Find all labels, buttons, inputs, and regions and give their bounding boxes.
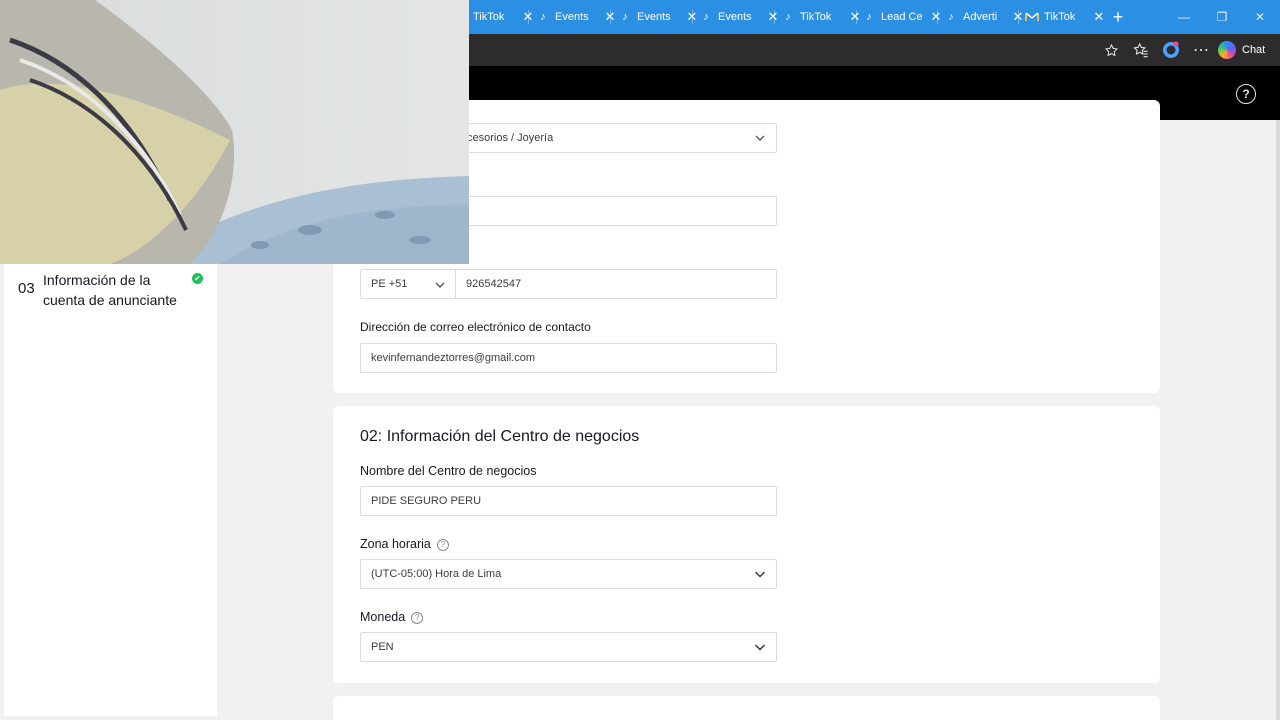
tiktok-icon: ♪ — [703, 11, 709, 23]
currency-value: PEN — [371, 641, 394, 653]
tab-separator — [774, 10, 775, 24]
close-window-icon[interactable]: ✕ — [1251, 8, 1269, 26]
help-icon[interactable]: ? — [1236, 84, 1256, 104]
browser-tab[interactable]: ♪ TikTok ✕ — [781, 6, 862, 28]
check-icon: ✔ — [192, 273, 203, 284]
tab-title: Events — [637, 11, 671, 23]
business-name-input[interactable]: PIDE SEGURO PERU — [360, 486, 777, 516]
minimize-icon[interactable]: — — [1175, 8, 1193, 26]
email-value: kevinfernandeztorres@gmail.com — [371, 352, 536, 364]
step-label: Información de la cuenta de anunciante — [43, 272, 177, 308]
tab-title: Events — [555, 11, 589, 23]
tab-separator — [610, 10, 611, 24]
close-icon[interactable]: ✕ — [766, 9, 780, 24]
tiktok-icon: ♪ — [785, 11, 791, 23]
browser-tab[interactable]: ♪ Events ✕ — [699, 6, 780, 28]
currency-label-row: Moneda? — [360, 610, 424, 624]
chevron-down-icon — [755, 135, 765, 141]
next-section-card — [333, 696, 1160, 720]
timezone-label: Zona horaria — [360, 537, 431, 551]
restore-icon[interactable]: ❐ — [1213, 8, 1231, 26]
new-tab-button[interactable]: + — [1108, 7, 1128, 27]
more-options-icon[interactable]: ⋯ — [1192, 41, 1210, 59]
webcam-overlay — [0, 0, 469, 264]
currency-select[interactable]: PEN — [360, 632, 777, 662]
tab-title: Adverti — [963, 11, 998, 23]
timezone-value: (UTC-05:00) Hora de Lima — [371, 568, 502, 580]
tab-separator — [856, 10, 857, 24]
browser-tab[interactable]: ♪ Adverti ✕ — [944, 6, 1025, 28]
currency-label: Moneda — [360, 610, 406, 624]
tab-separator — [528, 10, 529, 24]
browser-tab[interactable]: TikTok ✕ — [473, 6, 535, 28]
info-icon[interactable]: ? — [411, 611, 424, 624]
timezone-label-row: Zona horaria? — [360, 537, 449, 551]
browser-tab[interactable]: ♪ Events ✕ — [618, 6, 699, 28]
tab-separator — [1018, 10, 1019, 24]
chat-button[interactable]: Chat — [1218, 39, 1265, 61]
section-title: 02: Información del Centro de negocios — [360, 428, 640, 445]
gmail-icon — [1025, 10, 1039, 24]
tab-separator — [692, 10, 693, 24]
favorite-star-icon[interactable] — [1102, 41, 1120, 59]
email-label: Dirección de correo electrónico de conta… — [360, 320, 591, 334]
profile-icon[interactable] — [1162, 41, 1180, 59]
phone-number-value: 926542547 — [466, 278, 522, 290]
chevron-down-icon — [755, 644, 765, 651]
timezone-select[interactable]: (UTC-05:00) Hora de Lima — [360, 559, 777, 589]
favorites-icon[interactable] — [1132, 41, 1150, 59]
phone-country-code-select[interactable]: PE +51 — [360, 269, 456, 299]
email-field[interactable]: kevinfernandeztorres@gmail.com — [360, 343, 777, 373]
phone-number-input[interactable]: 926542547 — [455, 269, 777, 299]
tab-title: TikTok — [1044, 11, 1076, 23]
chevron-down-icon — [755, 571, 765, 578]
tab-title: TikTok — [800, 11, 832, 23]
info-icon[interactable]: ? — [436, 538, 449, 551]
chat-label: Chat — [1242, 44, 1266, 56]
close-icon[interactable]: ✕ — [1092, 9, 1106, 24]
browser-tab-active[interactable]: TikTok ✕ — [1025, 6, 1106, 28]
browser-tab[interactable]: ♪ Lead Ce ✕ — [862, 6, 943, 28]
tab-title: Events — [718, 11, 752, 23]
close-icon[interactable]: ✕ — [929, 9, 943, 24]
chevron-down-icon — [435, 282, 445, 288]
tiktok-icon: ♪ — [948, 11, 954, 23]
phone-code-value: PE +51 — [371, 278, 408, 290]
tab-title: TikTok — [473, 11, 505, 23]
copilot-icon — [1218, 41, 1236, 59]
browser-tab[interactable]: ♪ Events ✕ — [536, 6, 617, 28]
tiktok-icon: ♪ — [866, 11, 872, 23]
tab-title: Lead Ce — [881, 11, 923, 23]
webcam-image — [0, 0, 469, 264]
step-number: 03 — [18, 280, 35, 297]
tiktok-icon: ♪ — [622, 11, 628, 23]
scrollbar[interactable] — [1276, 120, 1280, 720]
tiktok-icon: ♪ — [540, 11, 546, 23]
tab-separator — [937, 10, 938, 24]
close-icon[interactable]: ✕ — [848, 9, 862, 24]
business-name-label: Nombre del Centro de negocios — [360, 464, 537, 478]
business-name-value: PIDE SEGURO PERU — [371, 495, 482, 507]
